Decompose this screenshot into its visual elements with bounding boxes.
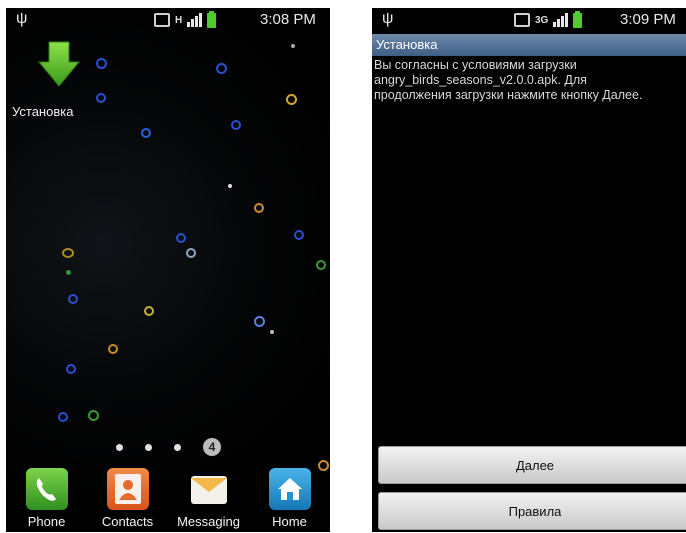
download-arrow-icon — [37, 41, 81, 87]
status-icons: H — [154, 10, 217, 29]
dock-item-contacts[interactable]: Contacts — [87, 464, 168, 532]
next-button[interactable]: Далее — [378, 446, 686, 484]
battery-icon — [207, 10, 217, 28]
signal-icon — [187, 13, 203, 27]
dock-item-phone[interactable]: Phone — [6, 464, 87, 532]
phone-icon — [25, 468, 68, 510]
dock-item-messaging[interactable]: Messaging — [168, 464, 249, 532]
dock-label-phone: Phone — [27, 514, 66, 529]
page-dot[interactable] — [145, 443, 152, 451]
status-bar: ψ 3G 3:09 PM — [372, 8, 686, 32]
messaging-icon — [188, 468, 230, 510]
rules-button[interactable]: Правила — [378, 492, 686, 530]
home-screen: ψ H 3:08 PM Установка 4 Phone Contacts M… — [6, 8, 330, 532]
dock-label-messaging: Messaging — [177, 514, 240, 529]
status-icons: 3G — [514, 10, 583, 29]
page-dot[interactable] — [174, 443, 181, 451]
vibrate-icon — [514, 13, 530, 27]
home-icon — [268, 468, 311, 510]
contacts-icon — [106, 468, 149, 510]
status-time: 3:08 PM — [260, 11, 316, 28]
vibrate-icon — [154, 13, 170, 27]
status-time: 3:09 PM — [620, 11, 676, 28]
dialog-message: Вы согласны с условиями загрузки angry_b… — [374, 58, 643, 102]
network-type-indicator: 3G — [535, 14, 549, 26]
current-page-indicator[interactable]: 4 — [203, 438, 221, 456]
page-dot[interactable] — [116, 443, 123, 451]
app-dock: Phone Contacts Messaging Home — [6, 464, 330, 532]
usb-icon: ψ — [16, 10, 28, 27]
dialog-title: Установка — [372, 34, 686, 56]
dock-item-home[interactable]: Home — [249, 464, 330, 532]
dock-label-home: Home — [272, 514, 307, 529]
signal-icon — [553, 13, 569, 27]
status-bar: ψ H 3:08 PM — [6, 8, 330, 32]
page-indicator[interactable]: 4 — [116, 438, 221, 456]
network-type-indicator: H — [175, 14, 183, 26]
install-dialog-screen: ψ 3G 3:09 PM Установка Вы согласны с усл… — [372, 8, 686, 532]
usb-icon: ψ — [382, 10, 394, 27]
dock-label-contacts: Contacts — [101, 514, 154, 529]
install-shortcut[interactable]: Установка — [12, 40, 92, 119]
battery-icon — [573, 10, 583, 28]
shortcut-label: Установка — [12, 104, 74, 119]
